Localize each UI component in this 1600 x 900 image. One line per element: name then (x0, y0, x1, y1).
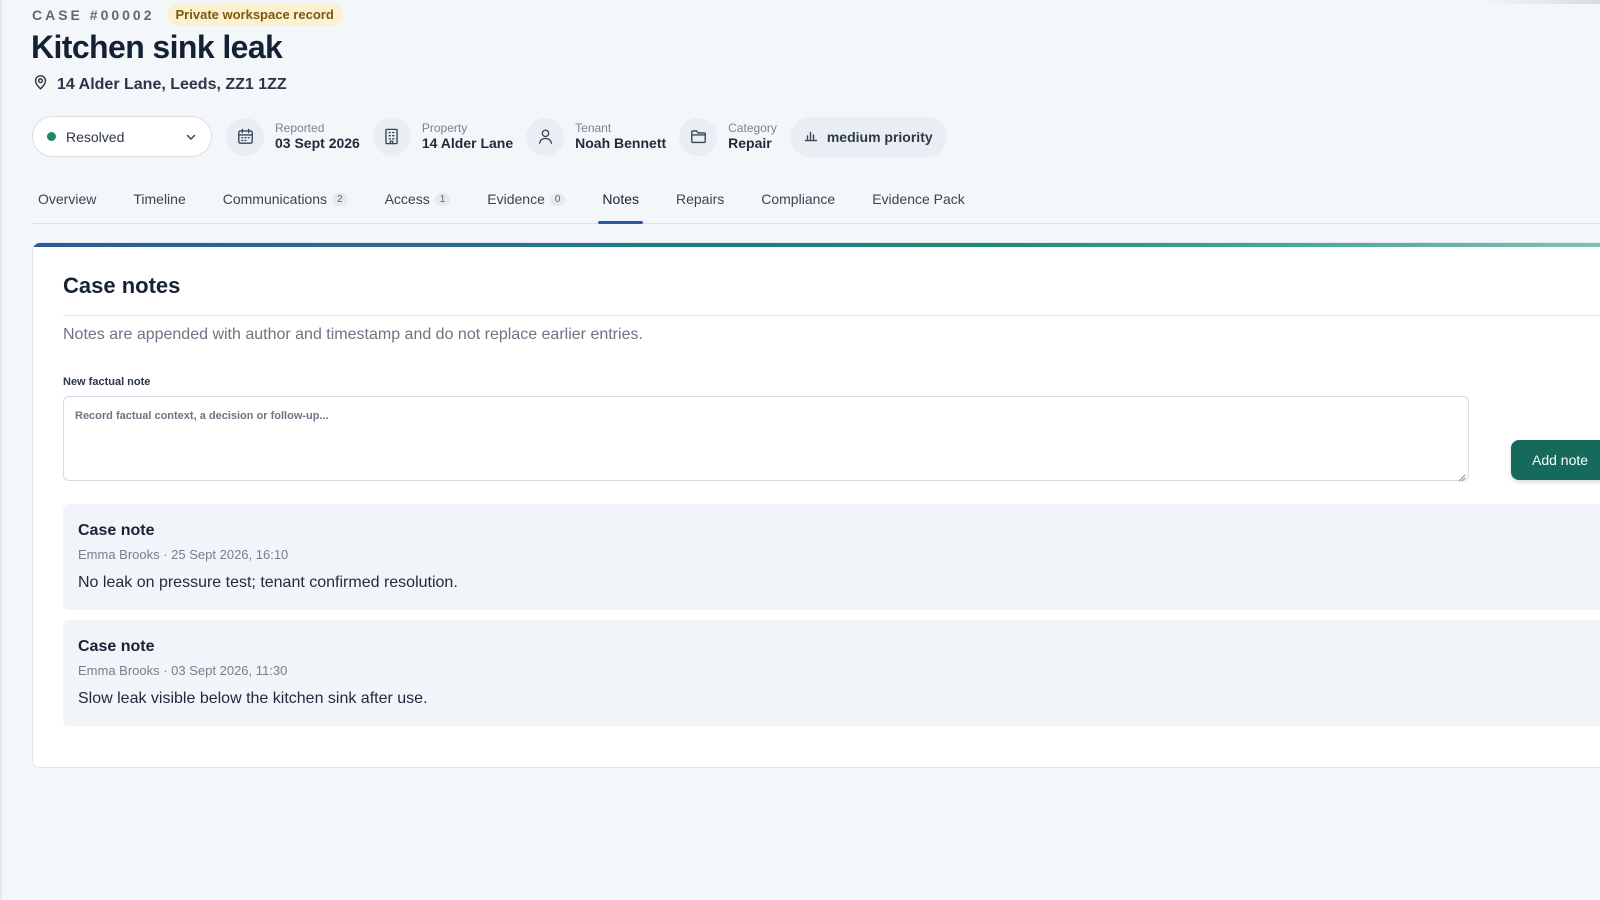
case-address: 14 Alder Lane, Leeds, ZZ1 1ZZ (32, 74, 287, 96)
case-page: CASE #00002 Private workspace record Kit… (0, 0, 1600, 900)
category-label: Category (728, 120, 777, 135)
add-note-button[interactable]: Add note (1511, 440, 1600, 480)
priority-badge: medium priority (789, 116, 947, 157)
tab-label: Evidence Pack (872, 191, 965, 207)
bar-chart-icon (804, 128, 818, 145)
note-item: Case note Emma Brooks · 03 Sept 2026, 11… (63, 620, 1600, 726)
note-title: Case note (78, 638, 155, 655)
card-title: Case notes (63, 273, 181, 298)
status-select[interactable]: Resolved (32, 116, 212, 157)
new-note-label: New factual note (63, 376, 151, 388)
reported-label: Reported (275, 120, 325, 135)
meta-category: Category Repair (679, 117, 777, 156)
new-note-textarea[interactable] (63, 396, 1469, 481)
tab-overview[interactable]: Overview (32, 188, 102, 223)
tenant-value: Noah Bennett (575, 135, 667, 152)
folder-icon (679, 117, 718, 156)
chevron-down-icon (185, 131, 197, 143)
page-title: Kitchen sink leak (31, 29, 283, 65)
tab-label: Evidence (487, 191, 545, 207)
tab-count: 2 (332, 193, 348, 206)
note-meta: Emma Brooks · 25 Sept 2026, 16:10 (78, 547, 289, 562)
meta-tenant: Tenant Noah Bennett (526, 117, 667, 156)
tab-count: 1 (434, 193, 451, 206)
user-icon (526, 117, 565, 156)
meta-property: Property 14 Alder Lane (372, 117, 514, 156)
note-title: Case note (78, 522, 155, 539)
case-tabs: Overview Timeline Communications 2 Access… (32, 188, 1600, 224)
reported-value: 03 Sept 2026 (275, 135, 360, 152)
note-body: No leak on pressure test; tenant confirm… (78, 574, 458, 591)
case-notes-card: Case notes Notes are appended with autho… (32, 242, 1600, 768)
case-code: CASE #00002 (32, 6, 155, 23)
tab-count: 0 (549, 193, 566, 206)
property-value: 14 Alder Lane (421, 135, 514, 152)
note-body: Slow leak visible below the kitchen sink… (78, 690, 428, 707)
card-accent-bar (33, 243, 1600, 247)
priority-value: medium priority (826, 128, 933, 145)
tenant-label: Tenant (575, 120, 612, 135)
map-pin-icon (32, 74, 49, 96)
window-edge (0, 0, 2, 900)
tab-timeline[interactable]: Timeline (127, 188, 191, 223)
case-header-line: CASE #00002 Private workspace record (32, 3, 343, 26)
tab-label: Access (384, 191, 430, 207)
tab-communications[interactable]: Communications 2 (217, 188, 354, 223)
tab-compliance[interactable]: Compliance (755, 188, 841, 223)
calendar-icon (226, 117, 264, 156)
tab-label: Timeline (133, 191, 186, 207)
card-description: Notes are appended with author and times… (63, 326, 643, 343)
divider (63, 315, 1600, 316)
private-badge: Private workspace record (166, 3, 343, 26)
tab-access[interactable]: Access 1 (379, 188, 457, 223)
address-text: 14 Alder Lane, Leeds, ZZ1 1ZZ (57, 76, 287, 93)
tab-label: Overview (38, 191, 97, 207)
tab-evidence-pack[interactable]: Evidence Pack (866, 188, 971, 223)
category-value: Repair (728, 135, 772, 152)
note-meta: Emma Brooks · 03 Sept 2026, 11:30 (78, 663, 288, 678)
tab-label: Communications (222, 191, 328, 207)
tab-notes[interactable]: Notes (596, 188, 645, 224)
building-icon (372, 117, 411, 156)
tab-label: Notes (602, 191, 639, 207)
meta-reported: Reported 03 Sept 2026 (226, 117, 360, 156)
meta-row: Resolved Reported 03 Sept 2026 Property … (32, 116, 947, 157)
note-item: Case note Emma Brooks · 25 Sept 2026, 16… (63, 504, 1600, 610)
property-label: Property (421, 120, 468, 135)
resize-grip-icon[interactable] (1458, 469, 1466, 482)
status-value: Resolved (66, 128, 125, 145)
tab-label: Compliance (761, 191, 836, 207)
corner-shadow (1480, 0, 1600, 4)
status-dot (47, 132, 56, 141)
tab-label: Repairs (676, 191, 725, 207)
tab-repairs[interactable]: Repairs (670, 188, 730, 223)
tab-evidence[interactable]: Evidence 0 (481, 188, 571, 223)
